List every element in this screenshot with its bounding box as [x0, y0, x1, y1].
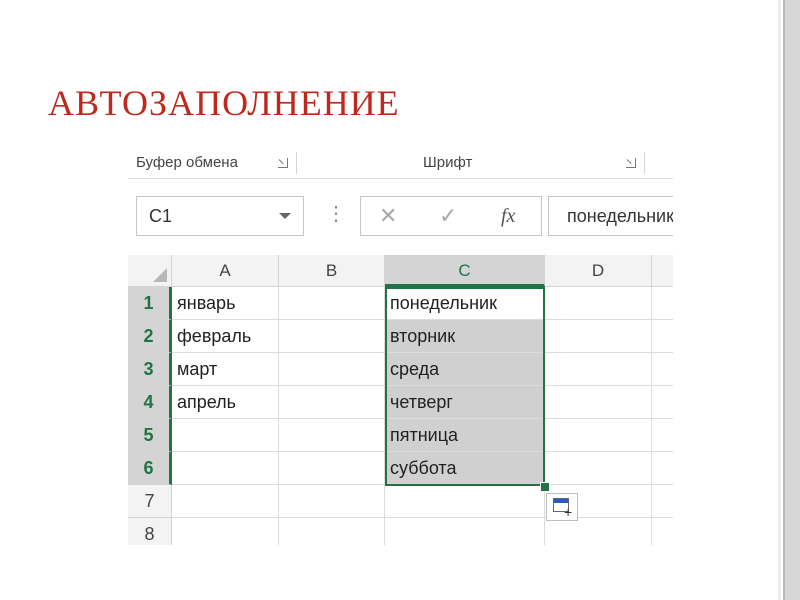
select-all-icon[interactable] [128, 255, 172, 287]
name-box-value: C1 [149, 206, 173, 226]
row-header-3[interactable]: 3 [128, 353, 172, 386]
clipboard-group-label: Буфер обмена [136, 154, 238, 171]
cell-a5[interactable] [172, 419, 279, 452]
cell-b7[interactable] [279, 485, 385, 518]
cell-b8[interactable] [279, 518, 385, 545]
plus-icon: + [564, 504, 573, 520]
autofill-options-button[interactable]: + [546, 493, 578, 521]
cell-a8[interactable] [172, 518, 279, 545]
function-icon[interactable]: fx [501, 205, 515, 228]
cell-b3[interactable] [279, 353, 385, 386]
column-header-c[interactable]: C [385, 255, 545, 287]
font-group-label: Шрифт [423, 154, 473, 171]
cell-c2[interactable]: вторник [385, 320, 545, 353]
excel-screenshot: Буфер обмена Шрифт C1 ⋮ ✕ ✓ fx понедельн… [128, 148, 673, 545]
cell-c6[interactable]: суббота [385, 452, 545, 485]
cell-a1[interactable]: январь [172, 287, 279, 320]
column-header-b[interactable]: B [279, 255, 385, 287]
cell-d6[interactable] [545, 452, 652, 485]
cell-c1[interactable]: понедельник [385, 287, 545, 320]
row-header-4[interactable]: 4 [128, 386, 172, 419]
cell-c5[interactable]: пятница [385, 419, 545, 452]
cell-a6[interactable] [172, 452, 279, 485]
row-header-8[interactable]: 8 [128, 518, 172, 545]
formula-bar: C1 ⋮ ✕ ✓ fx понедельник [128, 178, 673, 248]
cell-b2[interactable] [279, 320, 385, 353]
cell-b5[interactable] [279, 419, 385, 452]
cell-a2[interactable]: февраль [172, 320, 279, 353]
cell-c7[interactable] [385, 485, 545, 518]
cell-d8[interactable] [545, 518, 652, 545]
ribbon-separator [296, 152, 297, 174]
cell-c3[interactable]: среда [385, 353, 545, 386]
cell-a4[interactable]: апрель [172, 386, 279, 419]
row-header-1[interactable]: 1 [128, 287, 172, 320]
slide-title: АВТОЗАПОЛНЕНИЕ [48, 83, 400, 123]
cell-b1[interactable] [279, 287, 385, 320]
column-header-d[interactable]: D [545, 255, 652, 287]
cell-e3[interactable] [652, 353, 673, 386]
fill-handle[interactable] [540, 482, 550, 492]
formula-buttons: ✕ ✓ fx [360, 196, 542, 236]
font-dialog-launcher-icon[interactable] [626, 158, 636, 168]
cell-e7[interactable] [652, 485, 673, 518]
cell-d2[interactable] [545, 320, 652, 353]
ribbon-group-labels: Буфер обмена Шрифт [128, 148, 673, 179]
cell-e1[interactable] [652, 287, 673, 320]
clipboard-dialog-launcher-icon[interactable] [278, 158, 288, 168]
cell-a3[interactable]: март [172, 353, 279, 386]
cell-a7[interactable] [172, 485, 279, 518]
formula-input[interactable]: понедельник [548, 196, 673, 236]
enter-icon[interactable]: ✓ [439, 203, 457, 229]
cell-d1[interactable] [545, 287, 652, 320]
cell-b6[interactable] [279, 452, 385, 485]
cell-c4[interactable]: четверг [385, 386, 545, 419]
cell-e6[interactable] [652, 452, 673, 485]
cell-e5[interactable] [652, 419, 673, 452]
cancel-icon[interactable]: ✕ [379, 203, 397, 229]
cell-e8[interactable] [652, 518, 673, 545]
row-header-7[interactable]: 7 [128, 485, 172, 518]
ribbon-separator [644, 152, 645, 174]
cell-e4[interactable] [652, 386, 673, 419]
row-header-5[interactable]: 5 [128, 419, 172, 452]
column-header-a[interactable]: A [172, 255, 279, 287]
cell-b4[interactable] [279, 386, 385, 419]
column-header-partial[interactable] [652, 255, 673, 287]
row-header-6[interactable]: 6 [128, 452, 172, 485]
cell-c8[interactable] [385, 518, 545, 545]
cell-d3[interactable] [545, 353, 652, 386]
cell-d5[interactable] [545, 419, 652, 452]
name-box[interactable]: C1 [136, 196, 304, 236]
cell-d4[interactable] [545, 386, 652, 419]
cell-e2[interactable] [652, 320, 673, 353]
row-header-2[interactable]: 2 [128, 320, 172, 353]
drag-handle-icon[interactable]: ⋮ [326, 204, 346, 224]
decorative-stripe [778, 0, 800, 600]
dropdown-icon[interactable] [279, 213, 291, 219]
